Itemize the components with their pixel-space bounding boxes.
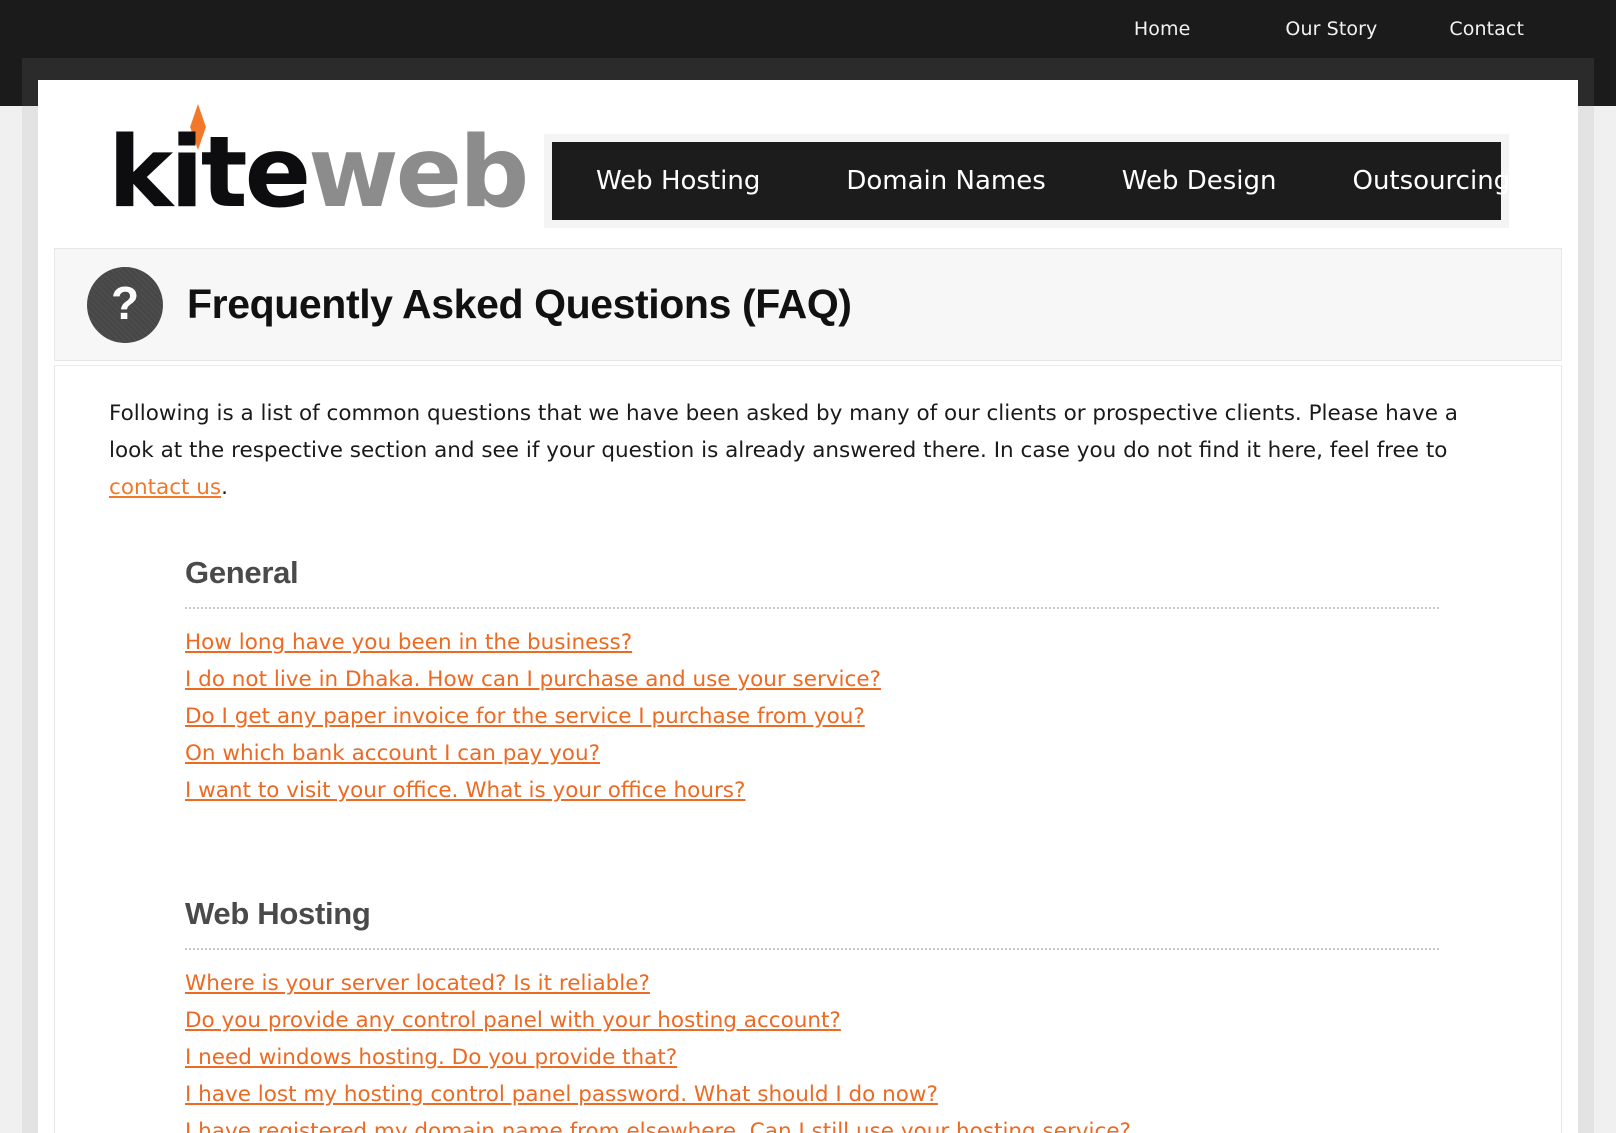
- intro-text-before: Following is a list of common questions …: [109, 401, 1458, 463]
- page-container: kiteweb Web Hosting Domain Names Web Des…: [38, 80, 1578, 1133]
- top-nav: Home Our Story Contact: [1134, 18, 1616, 40]
- list-item: I have registered my domain name from el…: [185, 1114, 1439, 1133]
- header-backdrop-left: [0, 58, 22, 106]
- top-utility-bar: Home Our Story Contact: [0, 0, 1616, 58]
- list-item: I want to visit your office. What is you…: [185, 773, 1439, 810]
- list-item: I have lost my hosting control panel pas…: [185, 1077, 1439, 1114]
- faq-group-general: General How long have you been in the bu…: [185, 555, 1439, 810]
- header-backdrop-right: [1594, 58, 1616, 106]
- top-nav-item-contact[interactable]: Contact: [1449, 18, 1524, 40]
- faq-link-list: Where is your server located? Is it reli…: [185, 966, 1439, 1133]
- logo-wordmark: kiteweb: [108, 124, 529, 222]
- list-item: Do I get any paper invoice for the servi…: [185, 699, 1439, 736]
- faq-question-link[interactable]: I have lost my hosting control panel pas…: [185, 1077, 938, 1114]
- top-nav-item-our-story[interactable]: Our Story: [1285, 18, 1377, 40]
- main-nav: Web Hosting Domain Names Web Design Outs…: [552, 142, 1510, 220]
- logo-text-web: web: [308, 116, 529, 230]
- site-header: kiteweb Web Hosting Domain Names Web Des…: [38, 80, 1578, 248]
- question-mark-icon: ?: [87, 266, 163, 343]
- faq-question-link[interactable]: I have registered my domain name from el…: [185, 1114, 1131, 1133]
- site-logo[interactable]: kiteweb: [108, 102, 529, 232]
- list-item: Do you provide any control panel with yo…: [185, 1003, 1439, 1040]
- main-nav-item-web-design[interactable]: Web Design: [1122, 166, 1277, 196]
- page-shadow-left: [22, 106, 38, 1133]
- list-item: On which bank account I can pay you?: [185, 736, 1439, 773]
- main-nav-frame: Web Hosting Domain Names Web Design Outs…: [544, 134, 1510, 228]
- faq-group-web-hosting: Web Hosting Where is your server located…: [185, 896, 1439, 1133]
- page-shadow-right: [1578, 106, 1594, 1133]
- contact-us-link[interactable]: contact us: [109, 475, 221, 500]
- faq-question-link[interactable]: Where is your server located? Is it reli…: [185, 966, 650, 1003]
- intro-paragraph: Following is a list of common questions …: [109, 396, 1505, 507]
- logo-text-kite: kite: [108, 116, 311, 230]
- top-nav-item-home[interactable]: Home: [1134, 18, 1191, 40]
- faq-question-link[interactable]: How long have you been in the business?: [185, 625, 632, 662]
- faq-question-link[interactable]: Do I get any paper invoice for the servi…: [185, 699, 865, 736]
- page-title: Frequently Asked Questions (FAQ): [187, 281, 852, 327]
- list-item: Where is your server located? Is it reli…: [185, 966, 1439, 1003]
- faq-question-link[interactable]: I do not live in Dhaka. How can I purcha…: [185, 662, 881, 699]
- faq-question-link[interactable]: I need windows hosting. Do you provide t…: [185, 1040, 677, 1077]
- list-item: I need windows hosting. Do you provide t…: [185, 1040, 1439, 1077]
- intro-text-after: .: [221, 474, 228, 500]
- faq-question-link[interactable]: Do you provide any control panel with yo…: [185, 1003, 841, 1040]
- faq-group-heading: General: [185, 555, 1439, 609]
- main-nav-item-outsourcing[interactable]: Outsourcing: [1352, 166, 1510, 196]
- list-item: I do not live in Dhaka. How can I purcha…: [185, 662, 1439, 699]
- faq-group-heading: Web Hosting: [185, 896, 1439, 950]
- faq-content-panel: Following is a list of common questions …: [54, 365, 1562, 1133]
- faq-title-panel: ? Frequently Asked Questions (FAQ): [54, 248, 1562, 361]
- faq-question-link[interactable]: I want to visit your office. What is you…: [185, 773, 745, 810]
- main-nav-item-web-hosting[interactable]: Web Hosting: [596, 166, 760, 196]
- question-mark-glyph: ?: [110, 276, 140, 329]
- faq-link-list: How long have you been in the business? …: [185, 625, 1439, 810]
- faq-question-link[interactable]: On which bank account I can pay you?: [185, 736, 600, 773]
- list-item: How long have you been in the business?: [185, 625, 1439, 662]
- main-nav-item-domain-names[interactable]: Domain Names: [846, 166, 1045, 196]
